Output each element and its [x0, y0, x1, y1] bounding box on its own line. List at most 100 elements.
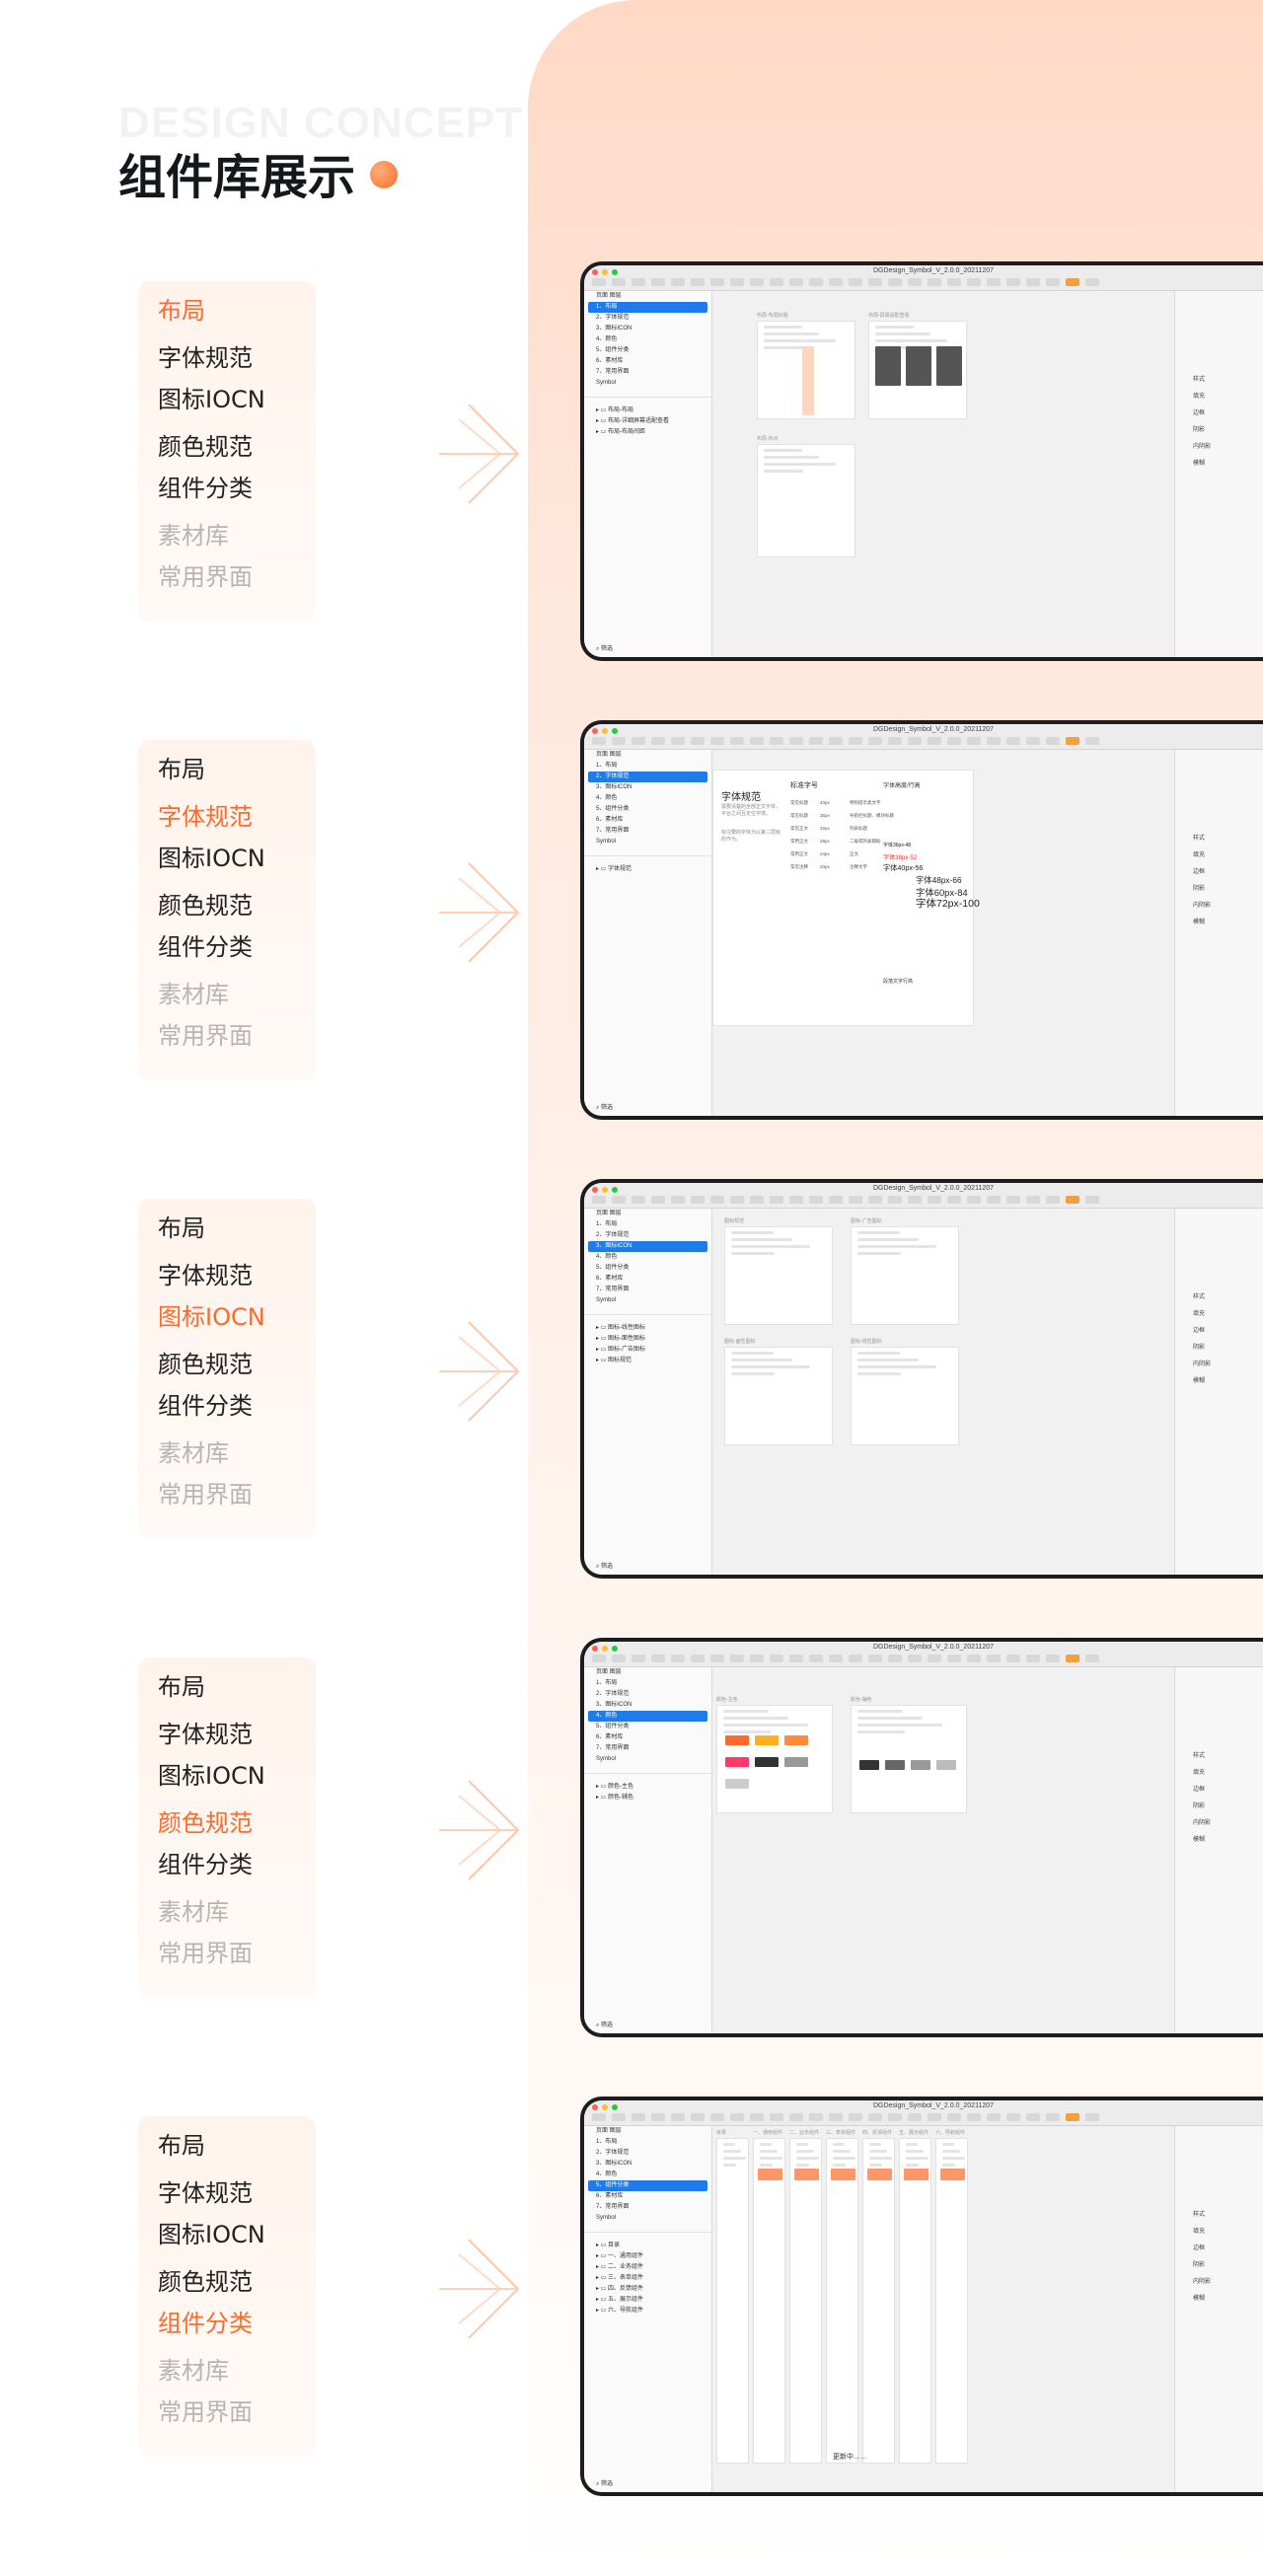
tool-icon[interactable] [730, 737, 744, 745]
tool-icon[interactable] [908, 1196, 922, 1204]
inspector-row[interactable]: 填充 [1175, 387, 1263, 404]
tool-icon[interactable] [1085, 737, 1099, 745]
tool-icon[interactable] [789, 1196, 803, 1204]
menu-item[interactable]: 素材库 [158, 2351, 229, 2386]
page-item[interactable]: 5、组件分类 [588, 2180, 707, 2191]
page-item[interactable]: 3、图标ICON [588, 1241, 707, 1252]
tool-icon[interactable] [928, 278, 941, 286]
tool-icon[interactable] [710, 1196, 724, 1204]
filter-input[interactable]: ⌕ 筛选 [584, 2479, 613, 2490]
menu-item[interactable]: 字体规范 [158, 797, 253, 832]
tool-icon[interactable] [691, 737, 705, 745]
menu-item[interactable]: 常用界面 [158, 1934, 253, 1968]
page-item[interactable]: 6、素材库 [584, 1274, 711, 1285]
inspector-row[interactable]: 填充 [1175, 1763, 1263, 1780]
tool-icon[interactable] [730, 1655, 744, 1662]
page-item[interactable]: 7、常用界面 [584, 2202, 711, 2213]
filter-input[interactable]: ⌕ 筛选 [584, 1562, 613, 1573]
inspector-row[interactable]: 边框 [1175, 1321, 1263, 1338]
menu-item[interactable]: 字体规范 [158, 1715, 253, 1749]
tool-icon[interactable] [710, 737, 724, 745]
page-item[interactable]: 3、图标ICON [584, 324, 711, 334]
page-item[interactable]: 3、图标ICON [584, 782, 711, 793]
sidebar-tabs[interactable]: 页面 图层 [584, 1667, 711, 1678]
menu-item[interactable]: 布局 [158, 750, 205, 784]
tool-icon[interactable] [612, 737, 626, 745]
inspector-row[interactable]: 内阴影 [1175, 896, 1263, 913]
tool-icon[interactable] [1026, 1655, 1040, 1662]
tool-icon[interactable] [671, 737, 685, 745]
inspector-row[interactable]: 样式 [1175, 1288, 1263, 1304]
tool-icon[interactable] [849, 1655, 862, 1662]
tool-icon[interactable] [1006, 278, 1020, 286]
tool-icon[interactable] [770, 2113, 783, 2121]
tool-icon[interactable] [868, 737, 882, 745]
tool-icon[interactable] [947, 737, 961, 745]
tool-icon[interactable] [789, 278, 803, 286]
tool-icon[interactable] [967, 1655, 981, 1662]
tool-icon[interactable] [710, 2113, 724, 2121]
inspector-row[interactable]: 样式 [1175, 1746, 1263, 1763]
artboard[interactable] [716, 2138, 749, 2464]
tool-icon[interactable] [710, 278, 724, 286]
layer-item[interactable]: ▸ ▭ 图标-面性图标 [584, 1334, 711, 1345]
page-item[interactable]: 1、布局 [588, 302, 707, 313]
sidebar-tabs[interactable]: 页面 图层 [584, 750, 711, 761]
tool-icon[interactable] [612, 2113, 626, 2121]
filter-input[interactable]: ⌕ 筛选 [584, 644, 613, 655]
layer-item[interactable]: ▸ ▭ 布局-详细屏幕适配查看 [584, 416, 711, 427]
tool-icon[interactable] [809, 1655, 823, 1662]
layer-item[interactable]: ▸ ▭ 图标规范 [584, 1356, 711, 1366]
tool-icon[interactable] [730, 1196, 744, 1204]
tool-icon[interactable] [770, 737, 783, 745]
tool-icon[interactable] [947, 278, 961, 286]
inspector-row[interactable]: 阴影 [1175, 420, 1263, 437]
artboard[interactable] [716, 1705, 833, 1813]
tool-icon[interactable] [888, 1655, 902, 1662]
tool-icon[interactable] [1046, 737, 1060, 745]
tool-icon[interactable] [651, 2113, 665, 2121]
artboard[interactable] [935, 2138, 968, 2464]
tool-icon[interactable] [868, 278, 882, 286]
layer-item[interactable]: ▸ ▭ 四、反馈组件 [584, 2284, 711, 2295]
inspector-row[interactable]: 模糊 [1175, 1830, 1263, 1847]
menu-item[interactable]: 字体规范 [158, 338, 253, 373]
tool-icon[interactable] [770, 1655, 783, 1662]
page-item[interactable]: Symbol [584, 837, 711, 847]
artboard[interactable] [757, 444, 855, 557]
page-item[interactable]: 6、素材库 [584, 1732, 711, 1743]
tool-icon[interactable] [592, 1196, 606, 1204]
tool-icon[interactable] [1006, 1655, 1020, 1662]
artboard[interactable] [851, 1347, 959, 1445]
filter-input[interactable]: ⌕ 筛选 [584, 1103, 613, 1114]
menu-item[interactable]: 图标IOCN [158, 2215, 265, 2249]
tool-icon[interactable] [789, 737, 803, 745]
artboard[interactable] [757, 321, 855, 419]
inspector-row[interactable]: 样式 [1175, 2205, 1263, 2222]
tool-icon[interactable] [1026, 2113, 1040, 2121]
tool-icon[interactable] [1046, 2113, 1060, 2121]
menu-item[interactable]: 常用界面 [158, 2392, 253, 2427]
inspector-row[interactable]: 阴影 [1175, 1797, 1263, 1813]
inspector-row[interactable]: 内阴影 [1175, 437, 1263, 454]
tool-icon[interactable] [632, 1196, 645, 1204]
tool-icon[interactable] [1066, 737, 1079, 745]
tool-icon[interactable] [1046, 278, 1060, 286]
menu-item[interactable]: 颜色规范 [158, 2262, 253, 2297]
page-item[interactable]: Symbol [584, 1754, 711, 1765]
layer-item[interactable]: ▸ ▭ 字体规范 [584, 864, 711, 875]
layer-item[interactable]: ▸ ▭ 颜色-辅色 [584, 1793, 711, 1803]
tool-icon[interactable] [868, 1655, 882, 1662]
menu-item[interactable]: 常用界面 [158, 1475, 253, 1509]
tool-icon[interactable] [592, 278, 606, 286]
layer-item[interactable]: ▸ ▭ 三、表单组件 [584, 2273, 711, 2284]
menu-item[interactable]: 常用界面 [158, 557, 253, 592]
inspector-row[interactable]: 模糊 [1175, 1371, 1263, 1388]
page-item[interactable]: Symbol [584, 378, 711, 389]
tool-icon[interactable] [947, 1655, 961, 1662]
page-item[interactable]: 6、素材库 [584, 815, 711, 826]
artboard[interactable] [899, 2138, 931, 2464]
layer-item[interactable]: ▸ ▭ 五、展示组件 [584, 2295, 711, 2306]
menu-item[interactable]: 布局 [158, 1667, 205, 1702]
menu-item[interactable]: 组件分类 [158, 469, 253, 503]
